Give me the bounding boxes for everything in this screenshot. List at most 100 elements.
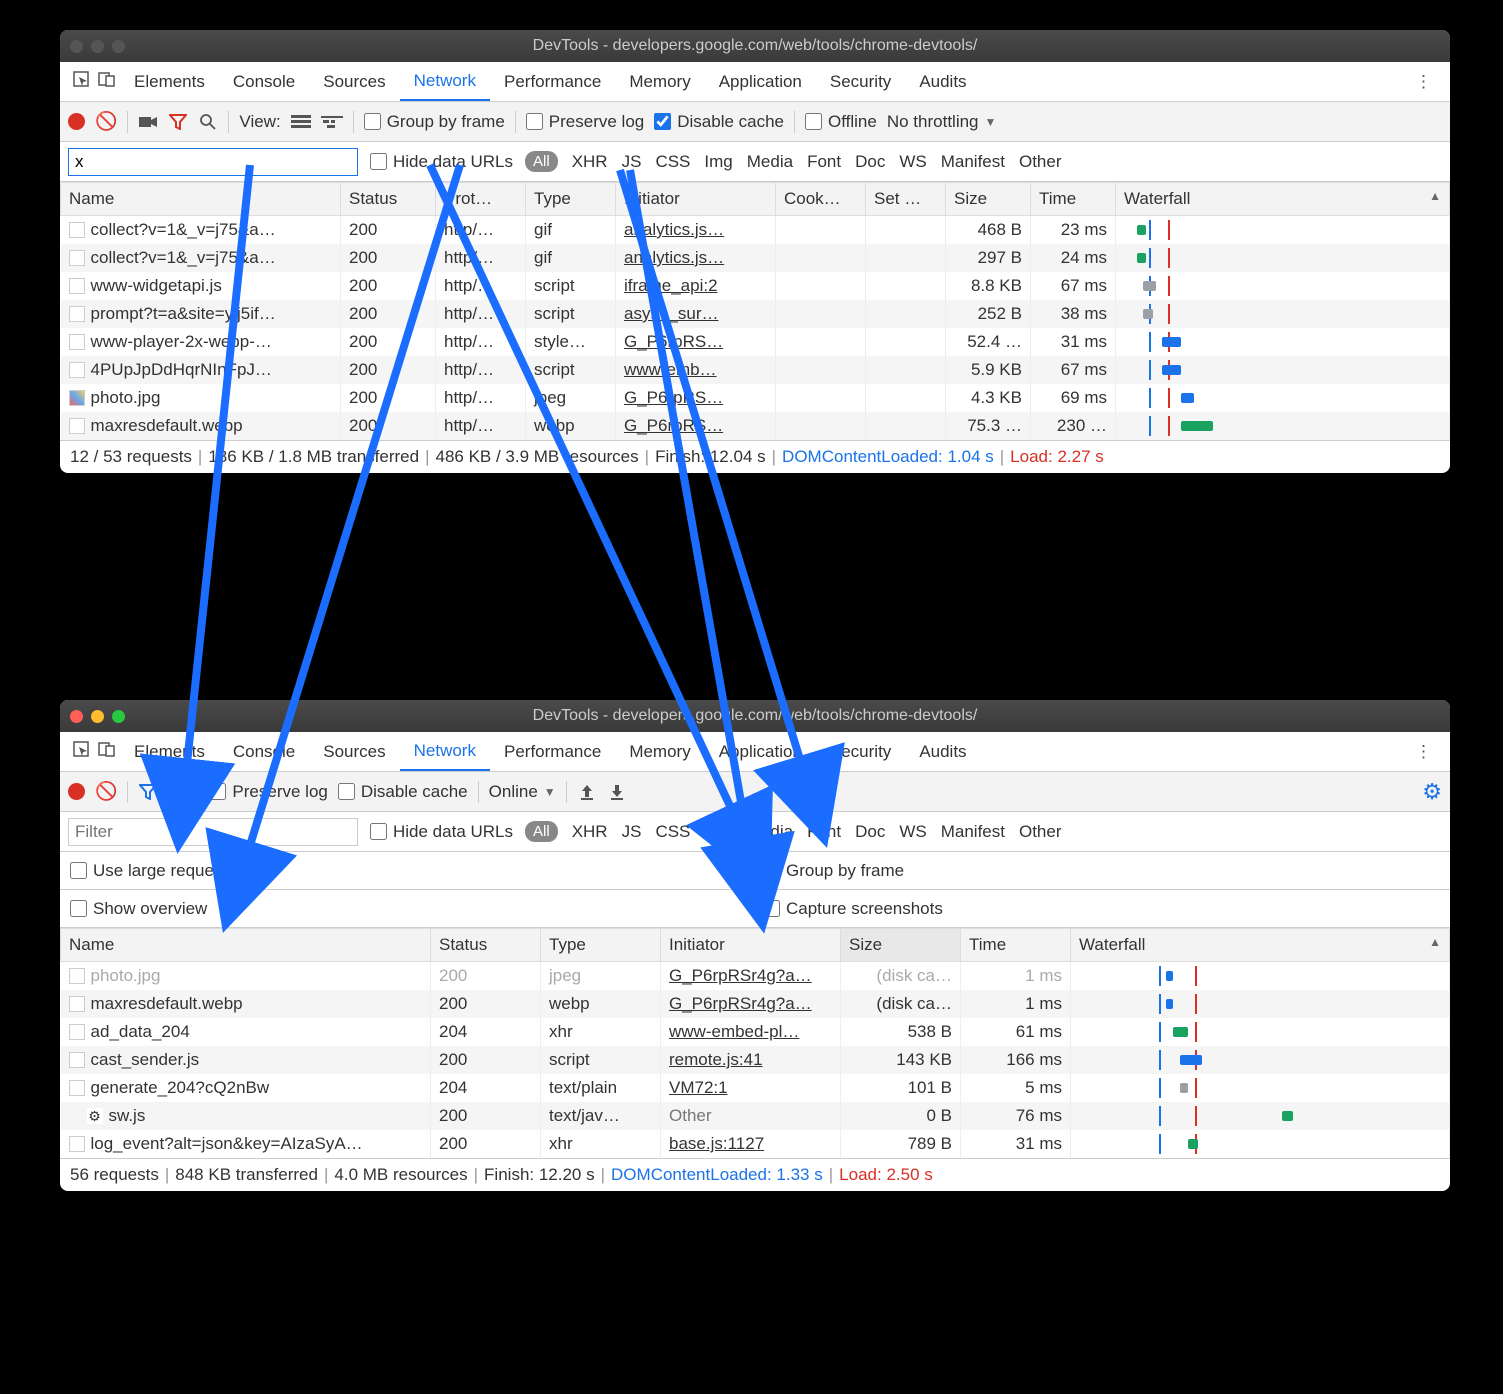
tab-network[interactable]: Network bbox=[400, 62, 490, 101]
minimize-dot[interactable] bbox=[91, 710, 104, 723]
filter-icon[interactable] bbox=[138, 784, 158, 800]
tab-console[interactable]: Console bbox=[219, 732, 309, 771]
filter-type-font[interactable]: Font bbox=[807, 822, 841, 842]
show-overview-checkbox[interactable]: Show overview bbox=[70, 899, 207, 919]
column-name[interactable]: Name bbox=[61, 929, 431, 962]
filter-type-js[interactable]: JS bbox=[622, 822, 642, 842]
record-button[interactable] bbox=[68, 783, 85, 800]
initiator-link[interactable]: base.js:1127 bbox=[669, 1134, 764, 1153]
filter-type-media[interactable]: Media bbox=[747, 152, 793, 172]
search-icon[interactable] bbox=[198, 113, 218, 131]
tab-audits[interactable]: Audits bbox=[905, 732, 980, 771]
filter-icon[interactable] bbox=[168, 114, 188, 130]
search-icon[interactable] bbox=[168, 783, 188, 801]
initiator-link[interactable]: G_P6rpRSr4g?a… bbox=[669, 994, 812, 1013]
tab-elements[interactable]: Elements bbox=[120, 62, 219, 101]
hide-data-urls-checkbox[interactable]: Hide data URLs bbox=[370, 152, 513, 172]
device-icon[interactable] bbox=[94, 740, 120, 763]
maximize-dot[interactable] bbox=[112, 40, 125, 53]
device-icon[interactable] bbox=[94, 70, 120, 93]
hide-data-urls-checkbox[interactable]: Hide data URLs bbox=[370, 822, 513, 842]
table-row[interactable]: collect?v=1&_v=j75&a…200http/…gifanalyti… bbox=[61, 244, 1450, 272]
table-row[interactable]: ad_data_204204xhrwww-embed-pl…538 B61 ms bbox=[61, 1018, 1450, 1046]
capture-screenshots-checkbox[interactable]: Capture screenshots bbox=[763, 899, 943, 919]
column-waterfall[interactable]: Waterfall▲ bbox=[1116, 183, 1450, 216]
minimize-dot[interactable] bbox=[91, 40, 104, 53]
throttling-select[interactable]: Online ▼ bbox=[489, 782, 556, 802]
table-row[interactable]: maxresdefault.webp200webpG_P6rpRSr4g?a…(… bbox=[61, 990, 1450, 1018]
table-row[interactable]: prompt?t=a&site=ylj5if…200http/…scriptas… bbox=[61, 300, 1450, 328]
filter-type-ws[interactable]: WS bbox=[899, 152, 926, 172]
filter-type-xhr[interactable]: XHR bbox=[572, 822, 608, 842]
large-rows-checkbox[interactable]: Use large request rows bbox=[70, 861, 268, 881]
offline-checkbox[interactable]: Offline bbox=[805, 112, 877, 132]
column-status[interactable]: Status bbox=[431, 929, 541, 962]
tab-application[interactable]: Application bbox=[705, 62, 816, 101]
table-row[interactable]: cast_sender.js200scriptremote.js:41143 K… bbox=[61, 1046, 1450, 1074]
initiator-link[interactable]: www-embed-pl… bbox=[669, 1022, 799, 1041]
overview-icon[interactable] bbox=[321, 114, 343, 130]
filter-type-js[interactable]: JS bbox=[622, 152, 642, 172]
more-icon[interactable]: ⋮ bbox=[1405, 72, 1442, 92]
column-time[interactable]: Time bbox=[961, 929, 1071, 962]
column-initiator[interactable]: Initiator bbox=[661, 929, 841, 962]
column-time[interactable]: Time bbox=[1031, 183, 1116, 216]
inspect-icon[interactable] bbox=[68, 740, 94, 763]
column-size[interactable]: Size bbox=[841, 929, 961, 962]
initiator-link[interactable]: VM72:1 bbox=[669, 1078, 728, 1097]
record-button[interactable] bbox=[68, 113, 85, 130]
tab-application[interactable]: Application bbox=[705, 732, 816, 771]
disable-cache-checkbox[interactable]: Disable cache bbox=[654, 112, 784, 132]
filter-type-ws[interactable]: WS bbox=[899, 822, 926, 842]
tab-memory[interactable]: Memory bbox=[615, 62, 704, 101]
initiator-link[interactable]: iframe_api:2 bbox=[624, 276, 718, 295]
inspect-icon[interactable] bbox=[68, 70, 94, 93]
group-by-frame-checkbox[interactable]: Group by frame bbox=[763, 861, 904, 881]
large-rows-icon[interactable] bbox=[291, 114, 311, 130]
tab-network[interactable]: Network bbox=[400, 732, 490, 771]
table-row[interactable]: www-player-2x-webp-…200http/…style…G_P6r… bbox=[61, 328, 1450, 356]
filter-type-other[interactable]: Other bbox=[1019, 152, 1062, 172]
initiator-link[interactable]: G_P6rpRS… bbox=[624, 332, 723, 351]
filter-input[interactable] bbox=[68, 148, 358, 176]
column-waterfall[interactable]: Waterfall▲ bbox=[1071, 929, 1450, 962]
column-type[interactable]: Type bbox=[526, 183, 616, 216]
clear-icon[interactable]: 🚫 bbox=[95, 781, 117, 802]
table-row[interactable]: photo.jpg200jpegG_P6rpRSr4g?a…(disk ca…1… bbox=[61, 962, 1450, 991]
initiator-link[interactable]: remote.js:41 bbox=[669, 1050, 763, 1069]
filter-input[interactable] bbox=[68, 818, 358, 846]
download-icon[interactable] bbox=[607, 783, 627, 801]
filter-type-manifest[interactable]: Manifest bbox=[941, 152, 1005, 172]
filter-type-media[interactable]: Media bbox=[747, 822, 793, 842]
tab-audits[interactable]: Audits bbox=[905, 62, 980, 101]
column-status[interactable]: Status bbox=[341, 183, 436, 216]
filter-type-doc[interactable]: Doc bbox=[855, 152, 885, 172]
filter-type-img[interactable]: Img bbox=[704, 152, 732, 172]
close-dot[interactable] bbox=[70, 710, 83, 723]
tab-memory[interactable]: Memory bbox=[615, 732, 704, 771]
clear-icon[interactable]: 🚫 bbox=[95, 111, 117, 132]
filter-type-manifest[interactable]: Manifest bbox=[941, 822, 1005, 842]
filter-type-doc[interactable]: Doc bbox=[855, 822, 885, 842]
filter-type-all[interactable]: All bbox=[525, 151, 558, 172]
tab-elements[interactable]: Elements bbox=[120, 732, 219, 771]
filter-type-xhr[interactable]: XHR bbox=[572, 152, 608, 172]
table-row[interactable]: photo.jpg200http/…jpegG_P6rpRS…4.3 KB69 … bbox=[61, 384, 1450, 412]
table-row[interactable]: maxresdefault.webp200http/…webpG_P6rpRS…… bbox=[61, 412, 1450, 440]
maximize-dot[interactable] bbox=[112, 710, 125, 723]
column-initiator[interactable]: Initiator bbox=[616, 183, 776, 216]
tab-console[interactable]: Console bbox=[219, 62, 309, 101]
column-prot[interactable]: Prot… bbox=[436, 183, 526, 216]
close-dot[interactable] bbox=[70, 40, 83, 53]
table-row[interactable]: generate_204?cQ2nBw204text/plainVM72:110… bbox=[61, 1074, 1450, 1102]
tab-sources[interactable]: Sources bbox=[309, 62, 399, 101]
tab-sources[interactable]: Sources bbox=[309, 732, 399, 771]
disable-cache-checkbox[interactable]: Disable cache bbox=[338, 782, 468, 802]
filter-type-font[interactable]: Font bbox=[807, 152, 841, 172]
settings-gear-icon[interactable]: ⚙ bbox=[1422, 779, 1442, 805]
initiator-link[interactable]: analytics.js… bbox=[624, 220, 724, 239]
initiator-link[interactable]: G_P6rpRS… bbox=[624, 416, 723, 435]
initiator-link[interactable]: analytics.js… bbox=[624, 248, 724, 267]
initiator-link[interactable]: G_P6rpRS… bbox=[624, 388, 723, 407]
filter-type-css[interactable]: CSS bbox=[655, 822, 690, 842]
